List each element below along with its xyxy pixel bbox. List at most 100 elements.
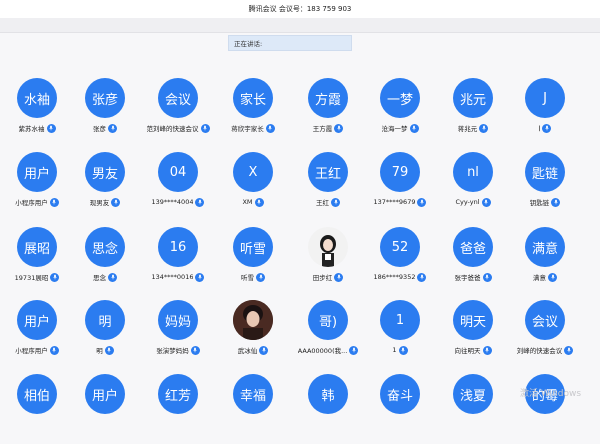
avatar-initials: 79 [391,164,409,180]
participant-name-row: AAA00000(我... [291,344,365,356]
microphone-icon[interactable] [548,272,557,282]
participant-tile[interactable]: 王红 王红 [291,152,365,222]
avatar-initials: 满意 [531,241,558,257]
microphone-icon[interactable] [417,197,427,207]
participant-tile[interactable]: JJ [508,78,582,148]
participant-tile[interactable]: 04 139****4004 [141,152,215,222]
participant-tile[interactable]: 会议 范刘峰的快速会议 [141,78,215,148]
participant-name-row: 蒋欣宇家长 [216,122,290,134]
participant-avatar: X [233,152,273,192]
participant-tile[interactable]: 相伯 [0,374,74,444]
participant-tile[interactable]: X XM [216,152,290,222]
participant-tile[interactable]: 兆元 蒋兆元 [436,78,510,148]
participant-name: 沧海一梦 [381,125,408,133]
microphone-icon[interactable] [482,272,492,282]
avatar-initials: 水袖 [23,92,50,108]
participant-tile[interactable]: nl Cyy-ynl [436,152,510,222]
participant-tile[interactable]: 会议 刘峰的快速会议 [508,300,582,370]
microphone-icon[interactable] [46,123,56,133]
participant-tile[interactable]: 满意 满意 [508,227,582,297]
participant-tile[interactable]: 男友 现男友 [68,152,142,222]
microphone-icon[interactable] [108,272,117,282]
participant-avatar: 用户 [85,374,125,414]
microphone-icon[interactable] [259,345,269,355]
participant-tile[interactable]: 思念 思念 [68,227,142,297]
participant-tile[interactable]: 红芳 [141,374,215,444]
participant-tile[interactable]: 明明 [68,300,142,370]
participant-tile[interactable]: 水袖 紫苏水袖 [0,78,74,148]
participant-tile[interactable]: 匙链 钥匙链 [508,152,582,222]
microphone-icon[interactable] [482,345,492,355]
microphone-icon[interactable] [564,345,574,355]
participant-tile[interactable]: 的霉 [508,374,582,444]
avatar-initials: 王红 [314,166,341,182]
microphone-icon[interactable] [195,197,205,207]
avatar-initials: 浅夏 [459,388,486,404]
microphone-icon[interactable] [50,272,60,282]
participant-tile[interactable]: 奋斗 [363,374,437,444]
microphone-icon[interactable] [200,123,210,133]
microphone-icon[interactable] [331,197,340,207]
participant-tile[interactable]: 田步红 [291,227,365,297]
microphone-icon[interactable] [334,123,344,133]
microphone-icon[interactable] [265,123,275,133]
participant-name: 思念 [93,274,106,282]
participant-tile[interactable]: 11 [363,300,437,370]
participant-tile[interactable]: 张彦 张彦 [68,78,142,148]
microphone-icon[interactable] [254,197,264,207]
participant-tile[interactable]: 幸福 [216,374,290,444]
participant-name-row: 武冰仙 [216,344,290,356]
participant-name-row: 紫苏水袖 [0,122,74,134]
participant-tile[interactable]: 79 137****9679 [363,152,437,222]
microphone-icon[interactable] [49,197,59,207]
microphone-icon[interactable] [104,345,114,355]
microphone-icon[interactable] [108,123,117,133]
avatar-initials: 家长 [239,92,266,108]
participant-tile[interactable]: 家长 蒋欣宇家长 [216,78,290,148]
participant-tile[interactable]: 哥) AAA00000(我... [291,300,365,370]
avatar-initials: 一梦 [386,92,413,108]
participant-name-row: 19731展昭 [0,271,74,283]
microphone-icon[interactable] [349,345,359,355]
microphone-icon[interactable] [398,345,408,355]
participant-avatar: 家长 [233,78,273,118]
microphone-icon[interactable] [256,272,265,282]
participant-name: 张彦 [93,125,106,133]
participant-tile[interactable]: 明天 向往明天 [436,300,510,370]
participant-tile[interactable]: 浅夏 [436,374,510,444]
participant-avatar: 王红 [308,152,348,192]
microphone-icon[interactable] [409,123,419,133]
microphone-icon[interactable] [481,197,491,207]
microphone-icon[interactable] [417,272,427,282]
participant-tile[interactable]: 韩 [291,374,365,444]
windows-activation-watermark: 激活 Windows [520,389,582,399]
participant-tile[interactable]: 52 186****9352 [363,227,437,297]
avatar-initials: 妈妈 [164,314,191,330]
participant-name: 满意 [533,274,546,282]
microphone-icon[interactable] [542,123,552,133]
participant-tile[interactable]: 用户 小程序用户 [0,152,74,222]
participant-avatar: 52 [380,227,420,267]
participant-tile[interactable]: 妈妈 张演梦妈妈 [141,300,215,370]
participant-tile[interactable]: 用户 小程序用户 [0,300,74,370]
microphone-icon[interactable] [49,345,59,355]
avatar-initials: 兆元 [459,92,486,108]
microphone-icon[interactable] [111,197,121,207]
participant-tile[interactable]: 武冰仙 [216,300,290,370]
microphone-icon[interactable] [479,123,489,133]
participant-avatar: 04 [158,152,198,192]
participant-tile[interactable]: 方霞 王方霞 [291,78,365,148]
participant-name-row: 刘峰的快速会议 [508,344,582,356]
participant-tile[interactable]: 16 134****0016 [141,227,215,297]
participant-tile[interactable]: 一梦沧海一梦 [363,78,437,148]
microphone-icon[interactable] [195,272,205,282]
microphone-icon[interactable] [551,197,561,207]
participant-name-row: 钥匙链 [508,196,582,208]
microphone-icon[interactable] [334,272,344,282]
participant-tile[interactable]: 展昭 19731展昭 [0,227,74,297]
participant-tile[interactable]: 听雪 听雪 [216,227,290,297]
avatar-initials: 明 [98,314,112,330]
participant-tile[interactable]: 爸爸 张宇爸爸 [436,227,510,297]
microphone-icon[interactable] [190,345,200,355]
participant-tile[interactable]: 用户 [68,374,142,444]
